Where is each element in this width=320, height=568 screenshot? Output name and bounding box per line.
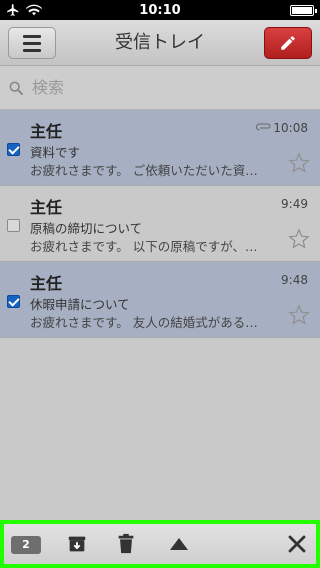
message-subject: 休暇申請について bbox=[30, 297, 130, 312]
close-icon[interactable] bbox=[288, 535, 306, 553]
message-snippet: お疲れさまです。 ご依頼いただいた資料... bbox=[30, 163, 268, 178]
selected-count-badge: 2 bbox=[11, 536, 41, 554]
message-list: 主任 10:08 資料です お疲れさまです。 ご依頼いただいた資料... 主任 … bbox=[0, 110, 320, 338]
list-item[interactable]: 主任 9:48 休暇申請について お疲れさまです。 友人の結婚式があるた... bbox=[0, 262, 320, 338]
message-snippet: お疲れさまです。 友人の結婚式があるた... bbox=[30, 315, 268, 330]
search-icon bbox=[9, 81, 23, 95]
archive-icon[interactable] bbox=[66, 533, 88, 555]
list-item[interactable]: 主任 10:08 資料です お疲れさまです。 ご依頼いただいた資料... bbox=[0, 110, 320, 186]
star-icon[interactable] bbox=[288, 228, 310, 250]
battery-icon bbox=[290, 4, 317, 16]
menu-button[interactable] bbox=[8, 27, 56, 59]
message-time: 9:48 bbox=[281, 273, 308, 287]
compose-button[interactable] bbox=[264, 27, 312, 59]
status-icons-left bbox=[6, 3, 42, 17]
star-icon[interactable] bbox=[288, 152, 310, 174]
paperclip-icon bbox=[256, 123, 271, 131]
airplane-icon bbox=[7, 4, 19, 16]
wifi-icon bbox=[26, 4, 42, 16]
triangle-up-icon[interactable] bbox=[168, 536, 190, 552]
message-sender: 主任 bbox=[30, 198, 63, 217]
empty-list-area bbox=[0, 338, 320, 520]
message-sender: 主任 bbox=[30, 122, 63, 141]
list-item[interactable]: 主任 9:49 原稿の締切について お疲れさまです。 以下の原稿ですが、設... bbox=[0, 186, 320, 262]
status-bar: 10:10 bbox=[0, 0, 320, 20]
pencil-icon bbox=[281, 36, 295, 50]
select-checkbox[interactable] bbox=[7, 219, 20, 232]
search-input[interactable] bbox=[30, 77, 314, 98]
message-time: 9:49 bbox=[281, 197, 308, 211]
message-subject: 資料です bbox=[30, 145, 81, 160]
message-sender: 主任 bbox=[30, 274, 63, 293]
page-title: 受信トレイ bbox=[115, 32, 205, 53]
message-snippet: お疲れさまです。 以下の原稿ですが、設... bbox=[30, 239, 268, 254]
star-icon[interactable] bbox=[288, 304, 310, 326]
status-time: 10:10 bbox=[139, 2, 181, 18]
search-bar bbox=[0, 66, 320, 110]
menu-icon bbox=[23, 34, 41, 38]
select-checkbox[interactable] bbox=[7, 295, 20, 308]
select-checkbox[interactable] bbox=[7, 143, 20, 156]
selection-toolbar: 2 bbox=[0, 520, 320, 568]
trash-icon[interactable] bbox=[116, 533, 136, 555]
message-subject: 原稿の締切について bbox=[30, 221, 143, 236]
nav-bar: 受信トレイ bbox=[0, 20, 320, 66]
message-time: 10:08 bbox=[273, 121, 308, 135]
